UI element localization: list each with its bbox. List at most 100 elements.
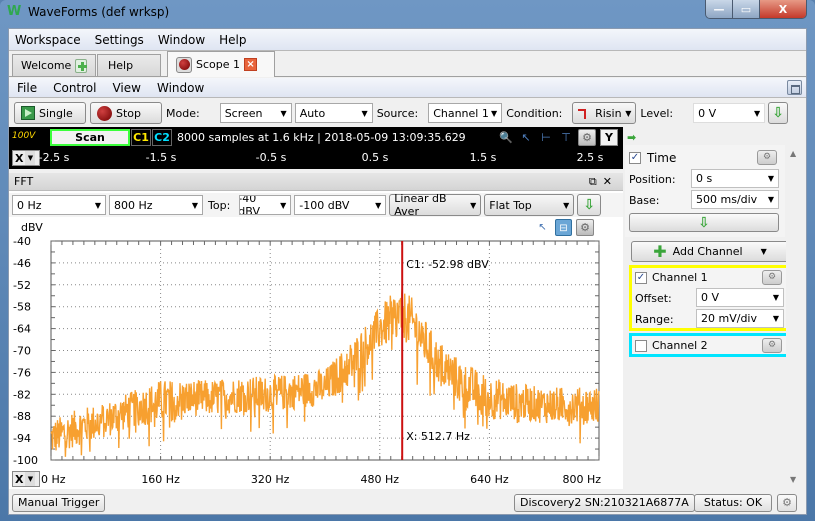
plus-icon: ✚ [653,242,667,261]
acquisition-bar: 100V Scan C1 C2 8000 samples at 1.6 kHz … [9,127,623,169]
channel-2-label: Channel 2 [652,339,708,352]
menu-help[interactable]: Help [219,33,246,47]
gear-icon[interactable]: ⚙ [777,494,797,512]
gear-icon[interactable]: ⚙ [578,129,596,146]
y-tick-label: -76 [13,366,31,379]
cursor-value-label: C1: -52.98 dBV [406,258,489,271]
panel-scrollbar[interactable]: ▲ ▼ [786,145,804,488]
apply-time-button[interactable]: ⇩ [629,213,779,232]
time-tick: -2.5 s [38,151,70,164]
close-tab-icon[interactable]: × [244,58,258,71]
menu-window[interactable]: Window [158,33,205,47]
tab-scope-1[interactable]: Scope 1 × [167,51,275,77]
x-tick-label: 160 Hz [141,473,180,486]
x-tick-label: 640 Hz [470,473,509,486]
gear-icon[interactable]: ⚙ [762,338,782,353]
fft-plot[interactable]: -40 -46 -52 -58 -64 -70 -76 -82 -88 -94 -1000 Hz 16… [9,173,623,489]
time-tick: -0.5 s [255,151,287,164]
time-axis: -2.5 s -1.5 s -0.5 s 0.5 s 1.5 s 2.5 s [9,150,623,166]
tab-help[interactable]: Help [97,54,161,76]
offset-label: Offset: [635,292,672,305]
window-title: WaveForms (def wrksp) [28,5,170,19]
maximize-button[interactable]: ▭ [733,0,760,18]
tab-welcome[interactable]: Welcome [12,54,96,76]
tab-help-label: Help [108,59,134,72]
channel-1-checkbox[interactable]: ✓ [635,272,647,284]
mode-select[interactable]: Screen ▼ [219,103,292,123]
chevron-down-icon: ▼ [625,108,632,118]
single-label: Single [39,106,73,120]
gear-icon[interactable]: ⚙ [757,150,777,165]
time-checkbox[interactable]: ✓ [629,152,641,164]
cursor-icon[interactable]: ↖ [518,130,534,146]
menu-scope-window[interactable]: Window [157,81,204,95]
minimize-button[interactable]: — [706,0,733,18]
x-axis-label: X [15,472,24,486]
stop-icon [97,105,112,121]
range-value: 20 mV/div [701,312,757,325]
zoom-icon[interactable]: 🔍 [498,130,514,146]
mode-label: Mode: [166,106,200,120]
base-value: 500 ms/div [696,193,758,206]
status-button[interactable]: Status: OK [694,494,772,512]
time-tick: 0.5 s [361,151,389,164]
horizontal-cursor-icon[interactable]: ⊢ [538,130,554,146]
chevron-down-icon: ▼ [760,247,767,256]
y-tick-label: -70 [13,345,31,358]
y-tick-label: -88 [13,410,31,423]
level-select[interactable]: 0 V ▼ [693,103,766,123]
menu-view[interactable]: View [112,81,140,95]
chevron-down-icon: ▼ [753,108,761,118]
y-tick-label: -46 [13,257,31,270]
add-channel-button[interactable]: ✚ Add Channel ▼ [631,241,789,262]
close-button[interactable]: X [760,0,806,18]
range-select[interactable]: 20 mV/div ▼ [696,309,784,328]
scroll-up-icon[interactable]: ▲ [790,149,796,158]
scan-button[interactable]: Scan [50,129,130,146]
condition-select[interactable]: Risin ▼ [572,102,637,124]
apply-level-button[interactable]: ⇩ [768,102,789,124]
single-button[interactable]: Single [14,102,86,124]
stop-button[interactable]: Stop [90,102,162,124]
range-label: Range: [635,313,674,326]
menu-workspace[interactable]: Workspace [15,33,81,47]
chevron-down-icon: ▼ [361,108,368,118]
menu-file[interactable]: File [17,81,37,95]
source-label: Source: [376,106,419,120]
menu-control[interactable]: Control [53,81,96,95]
channel-1-toggle[interactable]: C1 [131,129,151,146]
channel-2-checkbox[interactable] [635,340,647,352]
source-value: Channel 1 [433,106,489,120]
app-window: W WaveForms (def wrksp) — ▭ X Workspace … [0,0,815,521]
main-menu-bar: Workspace Settings Window Help [9,29,806,51]
channel-2-toggle[interactable]: C2 [152,129,172,146]
plot-frame [50,240,600,461]
trigger-mode-select[interactable]: Auto ▼ [294,103,373,123]
manual-trigger-button[interactable]: Manual Trigger [12,494,106,512]
chevron-down-icon: ▼ [491,108,498,118]
fft-x-axis-select[interactable]: X ▼ [12,471,40,487]
source-select[interactable]: Channel 1 ▼ [428,103,503,123]
plus-icon[interactable] [75,58,87,73]
y-axis-button[interactable]: Y [600,129,618,146]
cursor-x-label: X: 512.7 Hz [406,430,470,443]
offset-select[interactable]: 0 V ▼ [696,288,784,307]
gear-icon[interactable]: ⚙ [762,270,782,285]
device-button[interactable]: Discovery2 SN:210321A6877A [514,494,695,512]
base-select[interactable]: 500 ms/div ▼ [691,190,779,209]
y-tick-label: -64 [13,323,31,336]
add-channel-label: Add Channel [672,245,743,258]
channel-1-section: ✓ Channel 1 ⚙ Offset: 0 V ▼ Range: 20 mV/… [629,265,790,331]
expand-arrow-icon[interactable]: ➡ [627,131,636,144]
rising-edge-icon [577,106,591,120]
dock-window-icon[interactable] [787,80,802,95]
x-tick-label: 320 Hz [251,473,290,486]
menu-settings[interactable]: Settings [95,33,144,47]
position-select[interactable]: 0 s ▼ [691,169,779,188]
channels-panel: ➡ ✓ Time ⚙ Position: 0 s ▼ Base: 500 ms/d… [623,127,806,489]
chevron-down-icon: ▼ [280,108,287,118]
vertical-cursor-icon[interactable]: ⊤ [558,130,574,146]
level-label: Level: [640,106,674,120]
y-tick-label: -52 [13,279,31,292]
scroll-down-icon[interactable]: ▼ [790,475,796,484]
